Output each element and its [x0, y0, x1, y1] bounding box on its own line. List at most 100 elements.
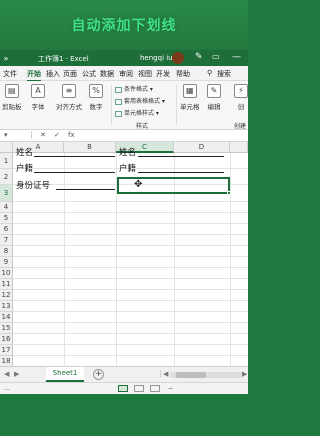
row-header-9[interactable]: 9: [0, 257, 13, 268]
pen-icon[interactable]: ✎: [195, 52, 203, 62]
cond-format-button[interactable]: 条件格式 ▾: [115, 84, 165, 93]
clipboard-icon: ▤: [4, 84, 19, 98]
percent-icon: %: [89, 84, 103, 98]
row-header-8[interactable]: 8: [0, 246, 13, 257]
table-format-button[interactable]: 套用表格格式 ▾: [115, 96, 165, 105]
gridline: [13, 245, 248, 246]
select-all-corner[interactable]: [0, 142, 13, 153]
row-header-14[interactable]: 14: [0, 312, 13, 323]
menu-help[interactable]: 帮助: [176, 69, 190, 79]
cancel-icon[interactable]: ✕: [40, 131, 46, 139]
sheet-tab[interactable]: Sheet1: [46, 367, 84, 382]
minimize-icon[interactable]: —: [232, 52, 241, 62]
font-group[interactable]: A 字体: [31, 84, 45, 111]
row-header-16[interactable]: 16: [0, 334, 13, 345]
menu-bar: 文件 开始 插入 页面 公式 数据 审阅 视图 开发 帮助 ⚲ 搜索: [0, 66, 248, 82]
column-header-b[interactable]: B: [64, 142, 116, 153]
edit-group[interactable]: ✎ 编辑: [207, 84, 221, 111]
normal-view-icon[interactable]: [118, 385, 128, 392]
number-group[interactable]: % 数字: [89, 84, 103, 111]
cond-format-label: 条件格式: [124, 86, 149, 93]
gridline: [13, 256, 248, 257]
cell-c2[interactable]: 户籍: [119, 162, 136, 174]
scroll-left-icon[interactable]: ◀: [163, 370, 168, 378]
column-header-d[interactable]: D: [174, 142, 230, 153]
cond-format-icon: [115, 86, 122, 93]
edit-icon: ✎: [207, 84, 221, 98]
spreadsheet-grid[interactable]: A B C D 12345678910111213141516171819 姓名…: [0, 142, 248, 366]
cell-a2[interactable]: 户籍: [16, 162, 33, 174]
expand-icon[interactable]: »: [0, 54, 12, 63]
fill-handle[interactable]: [227, 191, 231, 195]
cells-group[interactable]: ▦ 单元格: [180, 84, 200, 111]
add-sheet-button[interactable]: +: [93, 369, 104, 380]
align-icon: ≡: [62, 84, 76, 98]
namebox-icon: ▾: [4, 131, 8, 139]
row-header-3[interactable]: 3: [0, 185, 13, 202]
row-header-15[interactable]: 15: [0, 323, 13, 334]
formula-bar[interactable]: ▾ ⋮ ✕ ✓ fx: [0, 130, 248, 142]
banner-title: 自动添加下划线: [71, 18, 177, 34]
font-label: 字体: [31, 103, 45, 111]
function-icon[interactable]: fx: [68, 131, 75, 139]
restore-window-icon[interactable]: ▭: [212, 52, 220, 61]
zoom-minus-icon[interactable]: −: [168, 385, 173, 392]
search-icon[interactable]: ⚲: [207, 69, 212, 77]
workbook-title: 工作簿1 · Excel: [38, 55, 89, 63]
menu-page[interactable]: 页面: [63, 69, 77, 79]
next-sheet-icon[interactable]: ▶: [14, 370, 19, 378]
menu-file[interactable]: 文件: [3, 69, 17, 79]
create-icon: ⚡: [234, 84, 248, 98]
column-header-e[interactable]: [230, 142, 248, 153]
styles-list: 条件格式 ▾ 套用表格格式 ▾ 单元格样式 ▾: [115, 84, 165, 120]
row-header-6[interactable]: 6: [0, 224, 13, 235]
cell-a3[interactable]: 身份证号: [16, 179, 50, 191]
confirm-icon[interactable]: ✓: [54, 131, 60, 139]
user-name[interactable]: hengqi iu: [140, 54, 173, 62]
align-label: 对齐方式: [56, 103, 82, 111]
row-header-18[interactable]: 18: [0, 356, 13, 366]
row-header-2[interactable]: 2: [0, 169, 13, 185]
row-header-12[interactable]: 12: [0, 290, 13, 301]
menu-formula[interactable]: 公式: [82, 69, 96, 79]
create-label: 创: [237, 103, 245, 111]
cells-icon: ▦: [182, 84, 197, 98]
cross-cursor-icon: ✥: [134, 179, 143, 190]
clipboard-group[interactable]: ▤ 剪贴板: [2, 84, 22, 111]
prev-sheet-icon[interactable]: ◀: [4, 370, 9, 378]
align-group[interactable]: ≡ 对齐方式: [56, 84, 82, 111]
create-group[interactable]: ⚡ 创: [234, 84, 248, 111]
cell-styles-icon: [115, 110, 122, 117]
row-header-10[interactable]: 10: [0, 268, 13, 279]
cell-styles-button[interactable]: 单元格样式 ▾: [115, 108, 165, 117]
horizontal-scrollbar[interactable]: [170, 372, 242, 378]
underline-a1: [34, 156, 115, 157]
gridline: [13, 322, 248, 323]
menu-data[interactable]: 数据: [100, 69, 114, 79]
video-banner: 自动添加下划线: [0, 0, 248, 50]
menu-insert[interactable]: 插入: [46, 69, 60, 79]
row-header-4[interactable]: 4: [0, 202, 13, 213]
gridline: [13, 278, 248, 279]
avatar[interactable]: [172, 52, 184, 64]
create-group-label: 创建: [234, 123, 247, 130]
menu-developer[interactable]: 开发: [156, 69, 170, 79]
table-format-label: 套用表格格式: [124, 98, 161, 105]
row-header-13[interactable]: 13: [0, 301, 13, 312]
scroll-right-icon[interactable]: ▶: [242, 370, 247, 378]
page-break-icon[interactable]: [150, 385, 160, 392]
scrollbar-thumb[interactable]: [176, 372, 206, 378]
menu-view[interactable]: 视图: [138, 69, 152, 79]
row-header-11[interactable]: 11: [0, 279, 13, 290]
font-icon: A: [31, 84, 45, 98]
row-header-17[interactable]: 17: [0, 345, 13, 356]
row-header-5[interactable]: 5: [0, 213, 13, 224]
row-header-1[interactable]: 1: [0, 153, 13, 169]
cell-a1[interactable]: 姓名: [16, 146, 33, 158]
menu-review[interactable]: 审阅: [119, 69, 133, 79]
row-header-7[interactable]: 7: [0, 235, 13, 246]
cell-c1[interactable]: 姓名: [119, 146, 136, 158]
menu-search[interactable]: 搜索: [217, 69, 231, 79]
title-bar: » 工作簿1 · Excel hengqi iu ✎ ▭ —: [0, 50, 248, 66]
page-layout-icon[interactable]: [134, 385, 144, 392]
